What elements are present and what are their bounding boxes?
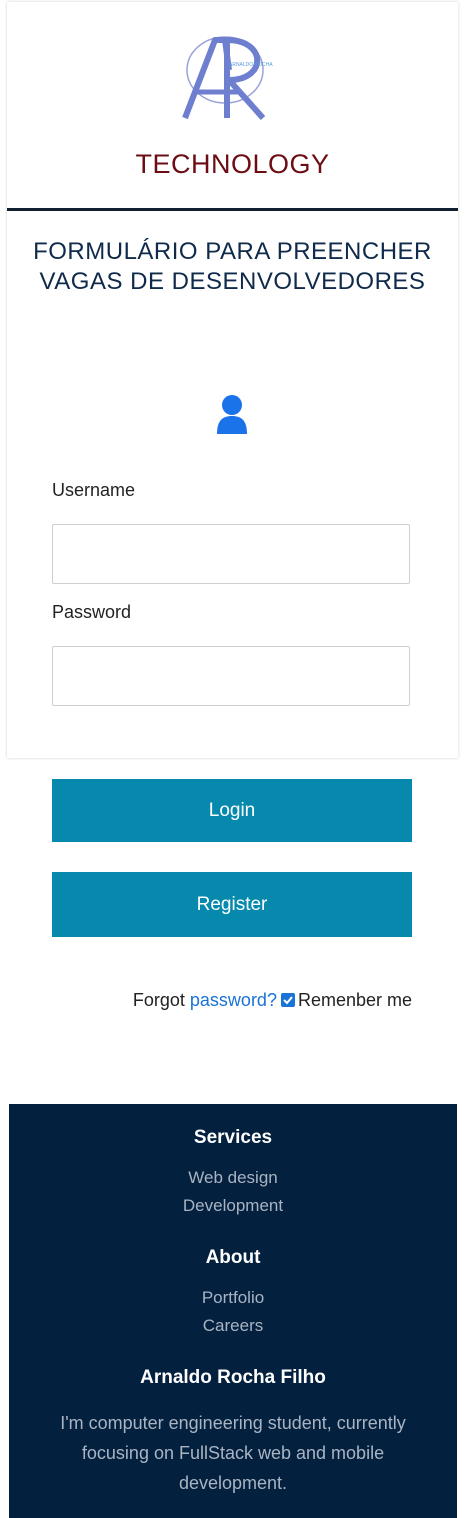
register-button[interactable]: Register: [52, 872, 412, 937]
footer-link-portfolio[interactable]: Portfolio: [9, 1288, 457, 1308]
remember-me-label: Remenber me: [297, 990, 412, 1010]
header-divider: [7, 208, 458, 211]
brand-name: TECHNOLOGY: [135, 149, 330, 179]
site-footer: Services Web design Development About Po…: [9, 1104, 457, 1518]
author-name: Arnaldo Rocha Filho: [140, 1367, 326, 1388]
footer-link-careers[interactable]: Careers: [9, 1316, 457, 1336]
username-label: Username: [52, 480, 136, 500]
forgot-prefix: Forgot: [132, 990, 190, 1010]
site-header: ARNALDO ROCHA TECHNOLOGY: [7, 2, 458, 210]
services-heading: Services: [193, 1127, 273, 1148]
footer-link-web-design[interactable]: Web design: [9, 1168, 457, 1188]
author-bio: I'm computer engineering student, curren…: [60, 1413, 406, 1493]
forgot-password-link[interactable]: password?: [190, 990, 277, 1010]
title-line-1: FORMULÁRIO PARA PREENCHER: [33, 238, 432, 265]
logo-subtext: ARNALDO ROCHA: [229, 62, 273, 68]
login-button[interactable]: Login: [52, 779, 412, 842]
password-label: Password: [52, 602, 132, 622]
remember-me-checkbox[interactable]: [280, 993, 295, 1007]
brand-logo: ARNALDO ROCHA: [182, 36, 273, 121]
password-input[interactable]: [52, 646, 410, 706]
footer-link-development[interactable]: Development: [9, 1196, 457, 1216]
page-title: FORMULÁRIO PARA PREENCHER VAGAS DE DESEN…: [7, 237, 458, 297]
username-input[interactable]: [52, 524, 410, 584]
user-icon: [217, 395, 247, 434]
login-extras: Forgot password? Remenber me: [60, 990, 412, 1011]
check-icon: [283, 996, 293, 1005]
title-line-2: VAGAS DE DESENVOLVEDORES: [39, 268, 426, 295]
about-heading: About: [205, 1247, 261, 1268]
